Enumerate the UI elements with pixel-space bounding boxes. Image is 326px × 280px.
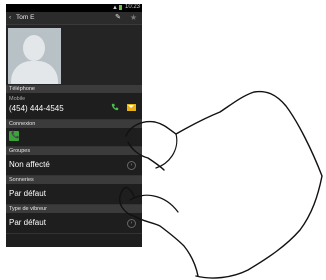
phone-screen: ▲ 10:23 ‹ Tom E ✎ ★ Téléphone Mobile (45… (6, 4, 142, 247)
connexion-row[interactable]: 📞 (6, 128, 142, 147)
phone-type-label: Mobile (9, 96, 26, 102)
signal-icon: ▲ (112, 5, 118, 11)
phone-icon[interactable] (111, 103, 119, 111)
phone-app-icon[interactable]: 📞 (9, 131, 20, 141)
sonneries-row[interactable]: Par défaut (6, 184, 142, 205)
chevron-right-icon: › (127, 161, 136, 170)
section-vibreur: Type de vibreur (6, 205, 142, 213)
vibreur-row[interactable]: Par défaut › (6, 213, 142, 234)
sonneries-value: Par défaut (9, 189, 46, 198)
star-icon[interactable]: ★ (130, 12, 137, 24)
pencil-icon[interactable]: ✎ (115, 12, 121, 24)
groupes-row[interactable]: Non affecté › (6, 155, 142, 176)
chevron-right-icon: › (127, 219, 136, 228)
contact-avatar[interactable] (8, 28, 61, 84)
vibreur-value: Par défaut (9, 218, 46, 227)
status-bar: ▲ 10:23 (6, 4, 142, 12)
avatar-head-shape (23, 35, 45, 61)
avatar-body-shape (11, 61, 58, 84)
section-groupes: Groupes (6, 147, 142, 155)
contact-header: ‹ Tom E ✎ ★ (6, 12, 142, 25)
phone-number-row[interactable]: Mobile (454) 444-4545 (6, 93, 142, 120)
contact-name[interactable]: Tom E (16, 12, 34, 24)
section-sonneries: Sonneries (6, 176, 142, 184)
section-connexion: Connexion (6, 120, 142, 128)
battery-icon (119, 5, 122, 10)
chevron-left-icon[interactable]: ‹ (9, 12, 11, 24)
groupes-value: Non affecté (9, 160, 50, 169)
section-telephone: Téléphone (6, 85, 142, 93)
contact-photo-row (6, 25, 142, 85)
status-time: 10:23 (124, 4, 140, 10)
envelope-icon[interactable] (127, 104, 136, 111)
phone-number: (454) 444-4545 (9, 104, 64, 113)
